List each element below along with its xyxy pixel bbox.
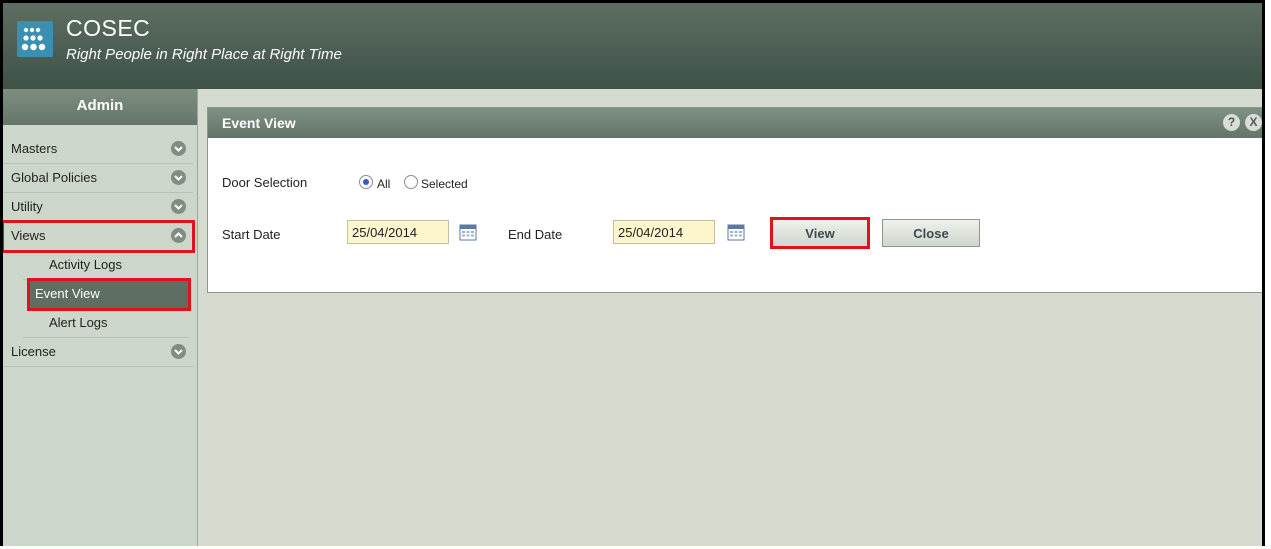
chevron-down-icon[interactable] [171, 170, 186, 185]
start-date-input[interactable] [347, 220, 449, 244]
end-date-input[interactable] [613, 220, 715, 244]
start-date-label: Start Date [222, 227, 281, 242]
panel-title: Event View [222, 115, 296, 131]
close-icon[interactable]: X [1245, 114, 1262, 131]
sidebar: Admin Masters Global Policies Utility Vi… [3, 89, 198, 546]
door-all-label[interactable]: All [377, 177, 390, 191]
chevron-down-icon[interactable] [171, 141, 186, 156]
door-selected-label[interactable]: Selected [421, 177, 468, 191]
sidebar-item-label: Global Policies [11, 170, 97, 185]
sidebar-item-views[interactable]: Views [3, 220, 195, 253]
sidebar-subitem-event-view[interactable]: Event View [27, 278, 191, 311]
sidebar-item-label: Masters [11, 141, 58, 156]
sidebar-item-label: Utility [11, 199, 43, 214]
chevron-down-icon[interactable] [171, 199, 186, 214]
help-icon[interactable]: ? [1223, 114, 1240, 131]
workspace-area [207, 299, 1262, 546]
sidebar-item-utility[interactable]: Utility [3, 193, 193, 222]
end-date-label: End Date [508, 227, 563, 242]
panel-title-bar: Event View ? X [208, 108, 1262, 138]
calendar-icon[interactable] [459, 223, 477, 241]
chevron-up-icon[interactable] [171, 228, 186, 243]
door-selected-radio[interactable] [404, 175, 418, 189]
door-all-radio[interactable] [359, 175, 373, 189]
door-selection-label: Door Selection [222, 175, 308, 190]
calendar-icon[interactable] [727, 223, 745, 241]
brand-name: COSEC [66, 15, 151, 41]
sidebar-subitem-alert-logs[interactable]: Alert Logs [23, 309, 189, 338]
event-view-panel: Event View ? X Door Selection All Select… [207, 107, 1262, 293]
app-header: COSEC Right People in Right Place at Rig… [3, 3, 1262, 89]
view-button[interactable]: View [770, 217, 870, 249]
sidebar-item-label: Views [11, 228, 46, 243]
sidebar-item-global-policies[interactable]: Global Policies [3, 164, 193, 193]
close-button[interactable]: Close [882, 219, 980, 247]
sidebar-subitem-activity-logs[interactable]: Activity Logs [23, 251, 189, 280]
chevron-down-icon[interactable] [171, 344, 186, 359]
brand-tagline: Right People in Right Place at Right Tim… [66, 46, 342, 63]
sidebar-item-masters[interactable]: Masters [3, 135, 193, 164]
sidebar-title: Admin [3, 89, 197, 125]
sidebar-item-license[interactable]: License [3, 338, 193, 367]
sidebar-item-label: License [11, 344, 56, 359]
app-window: COSEC Right People in Right Place at Rig… [0, 0, 1265, 546]
dots-logo-icon [17, 21, 53, 57]
sidebar-menu: Masters Global Policies Utility Views Ac… [3, 135, 197, 367]
